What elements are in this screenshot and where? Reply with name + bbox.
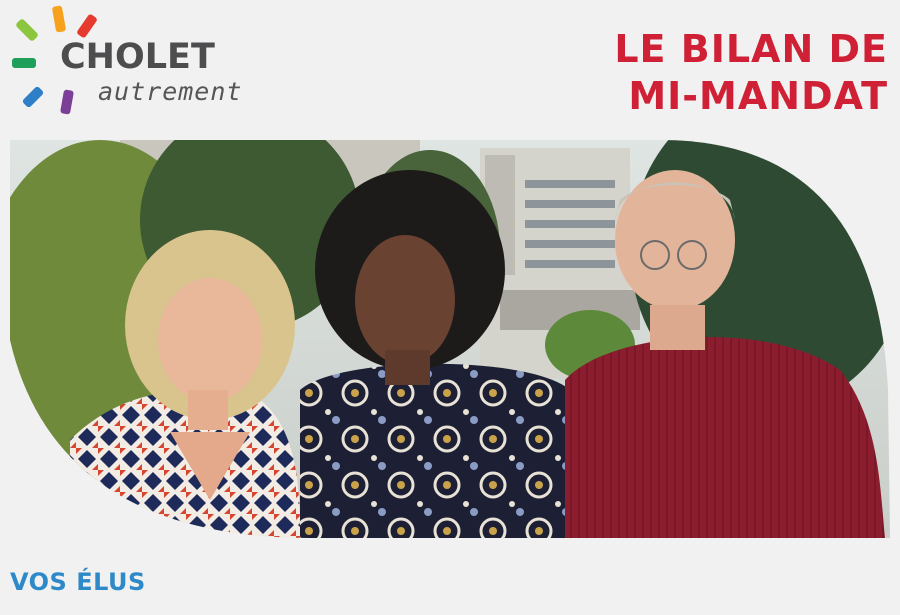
- headline-line-2: MI-MANDAT: [628, 74, 888, 118]
- vos-elus-label: VOS ÉLUS: [10, 568, 146, 596]
- logo-name: CHOLET: [60, 37, 215, 77]
- logo-tagline: autrement: [98, 77, 243, 106]
- headline: LE BILAN DE MI-MANDAT: [614, 26, 888, 120]
- group-photo: [10, 140, 890, 538]
- headline-line-1: LE BILAN DE: [614, 27, 888, 71]
- cholet-logo: CHOLET autrement: [10, 4, 280, 116]
